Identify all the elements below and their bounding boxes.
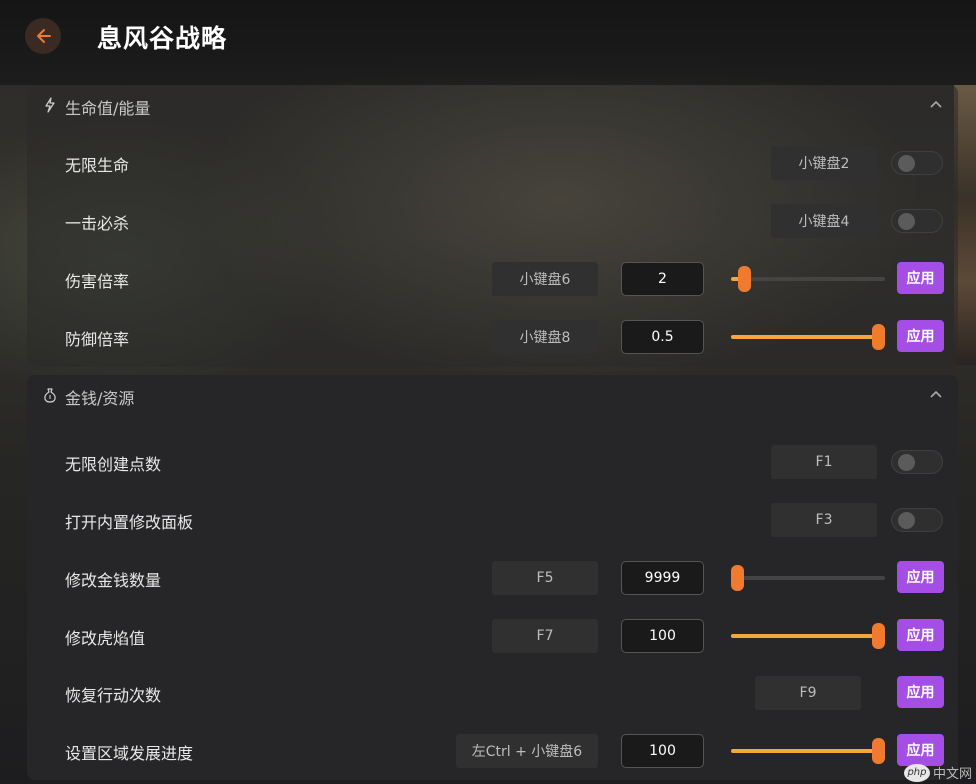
value-slider[interactable] xyxy=(731,262,885,296)
apply-button[interactable]: 应用 xyxy=(897,262,944,294)
value-input[interactable] xyxy=(621,561,704,595)
slider-thumb[interactable] xyxy=(738,266,752,292)
arrow-left-icon xyxy=(37,29,51,43)
slider-thumb[interactable] xyxy=(872,738,885,764)
section-title: 金钱/资源 xyxy=(65,389,135,408)
hotkey-button[interactable]: 小键盘6 xyxy=(492,262,598,296)
value-input[interactable] xyxy=(621,734,704,768)
slider-thumb[interactable] xyxy=(872,623,885,649)
chevron-up-icon[interactable] xyxy=(928,387,944,403)
row-label: 一击必杀 xyxy=(65,214,130,233)
row-label: 伤害倍率 xyxy=(65,272,130,291)
row-defense-multiplier: 防御倍率 小键盘8 应用 xyxy=(27,320,958,354)
slider-thumb[interactable] xyxy=(731,565,744,591)
row-region-development-progress: 设置区域发展进度 左Ctrl + 小键盘6 应用 xyxy=(27,734,958,768)
hotkey-button[interactable]: F5 xyxy=(492,561,598,595)
value-input[interactable] xyxy=(621,619,704,653)
apply-button[interactable]: 应用 xyxy=(897,561,944,593)
slider-fill xyxy=(731,634,879,638)
section-header[interactable]: 生命值/能量 xyxy=(27,85,958,125)
apply-button[interactable]: 应用 xyxy=(897,320,944,352)
chevron-up-icon[interactable] xyxy=(928,97,944,113)
toggle-knob xyxy=(898,213,915,230)
section-title: 生命值/能量 xyxy=(65,99,151,118)
toggle-switch[interactable] xyxy=(891,508,943,532)
money-bag-icon xyxy=(44,388,56,403)
apply-button[interactable]: 应用 xyxy=(897,734,944,766)
slider-thumb[interactable] xyxy=(872,324,885,350)
php-logo: php xyxy=(903,763,930,782)
toggle-knob xyxy=(898,454,915,471)
back-button[interactable] xyxy=(25,18,61,54)
value-slider[interactable] xyxy=(731,320,885,354)
row-infinite-health: 无限生命 小键盘2 xyxy=(27,146,958,180)
hotkey-button[interactable]: F3 xyxy=(771,503,877,537)
value-slider[interactable] xyxy=(731,734,885,768)
hotkey-button[interactable]: F7 xyxy=(492,619,598,653)
hotkey-button[interactable]: 左Ctrl + 小键盘6 xyxy=(456,734,598,768)
value-slider[interactable] xyxy=(731,619,885,653)
toggle-knob xyxy=(898,155,915,172)
value-input[interactable] xyxy=(621,262,704,296)
row-label: 无限生命 xyxy=(65,156,130,175)
hotkey-button[interactable]: 小键盘4 xyxy=(771,204,877,238)
slider-track xyxy=(731,277,885,281)
watermark: php 中文网 xyxy=(903,763,972,782)
section-money-resources: 金钱/资源 无限创建点数 F1 打开内置修改面板 F3 修改金钱数量 F5 应用… xyxy=(27,375,958,780)
toggle-switch[interactable] xyxy=(891,450,943,474)
toggle-switch[interactable] xyxy=(891,151,943,175)
row-infinite-build-points: 无限创建点数 F1 xyxy=(27,445,958,479)
row-damage-multiplier: 伤害倍率 小键盘6 应用 xyxy=(27,262,958,296)
apply-button[interactable]: 应用 xyxy=(897,619,944,651)
row-label: 修改虎焰值 xyxy=(65,629,146,648)
toggle-knob xyxy=(898,512,915,529)
page-title: 息风谷战略 xyxy=(97,24,228,53)
hotkey-button[interactable]: 小键盘8 xyxy=(492,320,598,354)
slider-fill xyxy=(731,749,879,753)
hotkey-button[interactable]: F9 xyxy=(755,676,861,710)
row-open-built-in-panel: 打开内置修改面板 F3 xyxy=(27,503,958,537)
row-one-hit-kill: 一击必杀 小键盘4 xyxy=(27,204,958,238)
apply-button[interactable]: 应用 xyxy=(897,676,944,708)
row-label: 恢复行动次数 xyxy=(65,686,162,705)
section-health-energy: 生命值/能量 无限生命 小键盘2 一击必杀 小键盘4 伤害倍率 小键盘6 应用 … xyxy=(27,85,958,367)
value-slider[interactable] xyxy=(731,561,885,595)
value-input[interactable] xyxy=(621,320,704,354)
row-tiger-flame-value: 修改虎焰值 F7 应用 xyxy=(27,619,958,653)
header-bar: 息风谷战略 xyxy=(0,0,976,85)
row-restore-action-count: 恢复行动次数 F9 应用 xyxy=(27,676,958,710)
row-label: 设置区域发展进度 xyxy=(65,744,194,763)
row-label: 防御倍率 xyxy=(65,330,130,349)
toggle-switch[interactable] xyxy=(891,209,943,233)
lightning-icon xyxy=(45,97,55,113)
watermark-text: 中文网 xyxy=(932,767,972,782)
row-money-amount: 修改金钱数量 F5 应用 xyxy=(27,561,958,595)
hotkey-button[interactable]: F1 xyxy=(771,445,877,479)
row-label: 无限创建点数 xyxy=(65,455,162,474)
slider-fill xyxy=(731,335,879,339)
row-label: 修改金钱数量 xyxy=(65,571,162,590)
hotkey-button[interactable]: 小键盘2 xyxy=(771,146,877,180)
row-label: 打开内置修改面板 xyxy=(65,513,194,532)
slider-track xyxy=(731,576,885,580)
section-header[interactable]: 金钱/资源 xyxy=(27,375,958,415)
